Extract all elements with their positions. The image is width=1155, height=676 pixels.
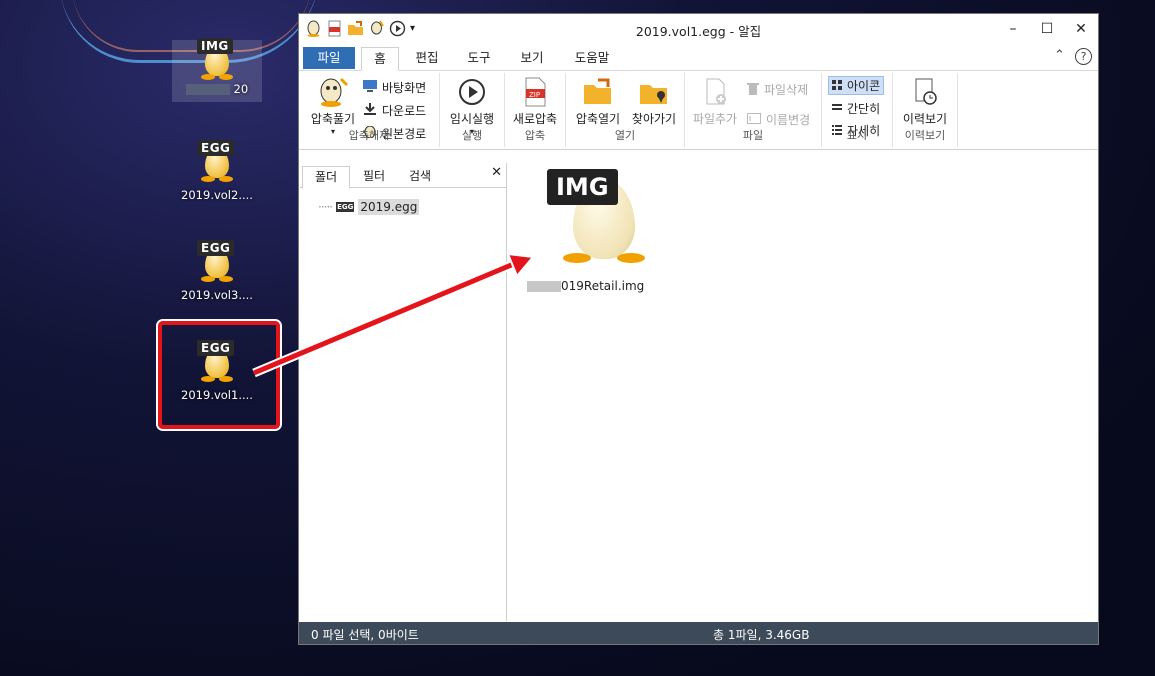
annotation-arrow [252,252,535,378]
